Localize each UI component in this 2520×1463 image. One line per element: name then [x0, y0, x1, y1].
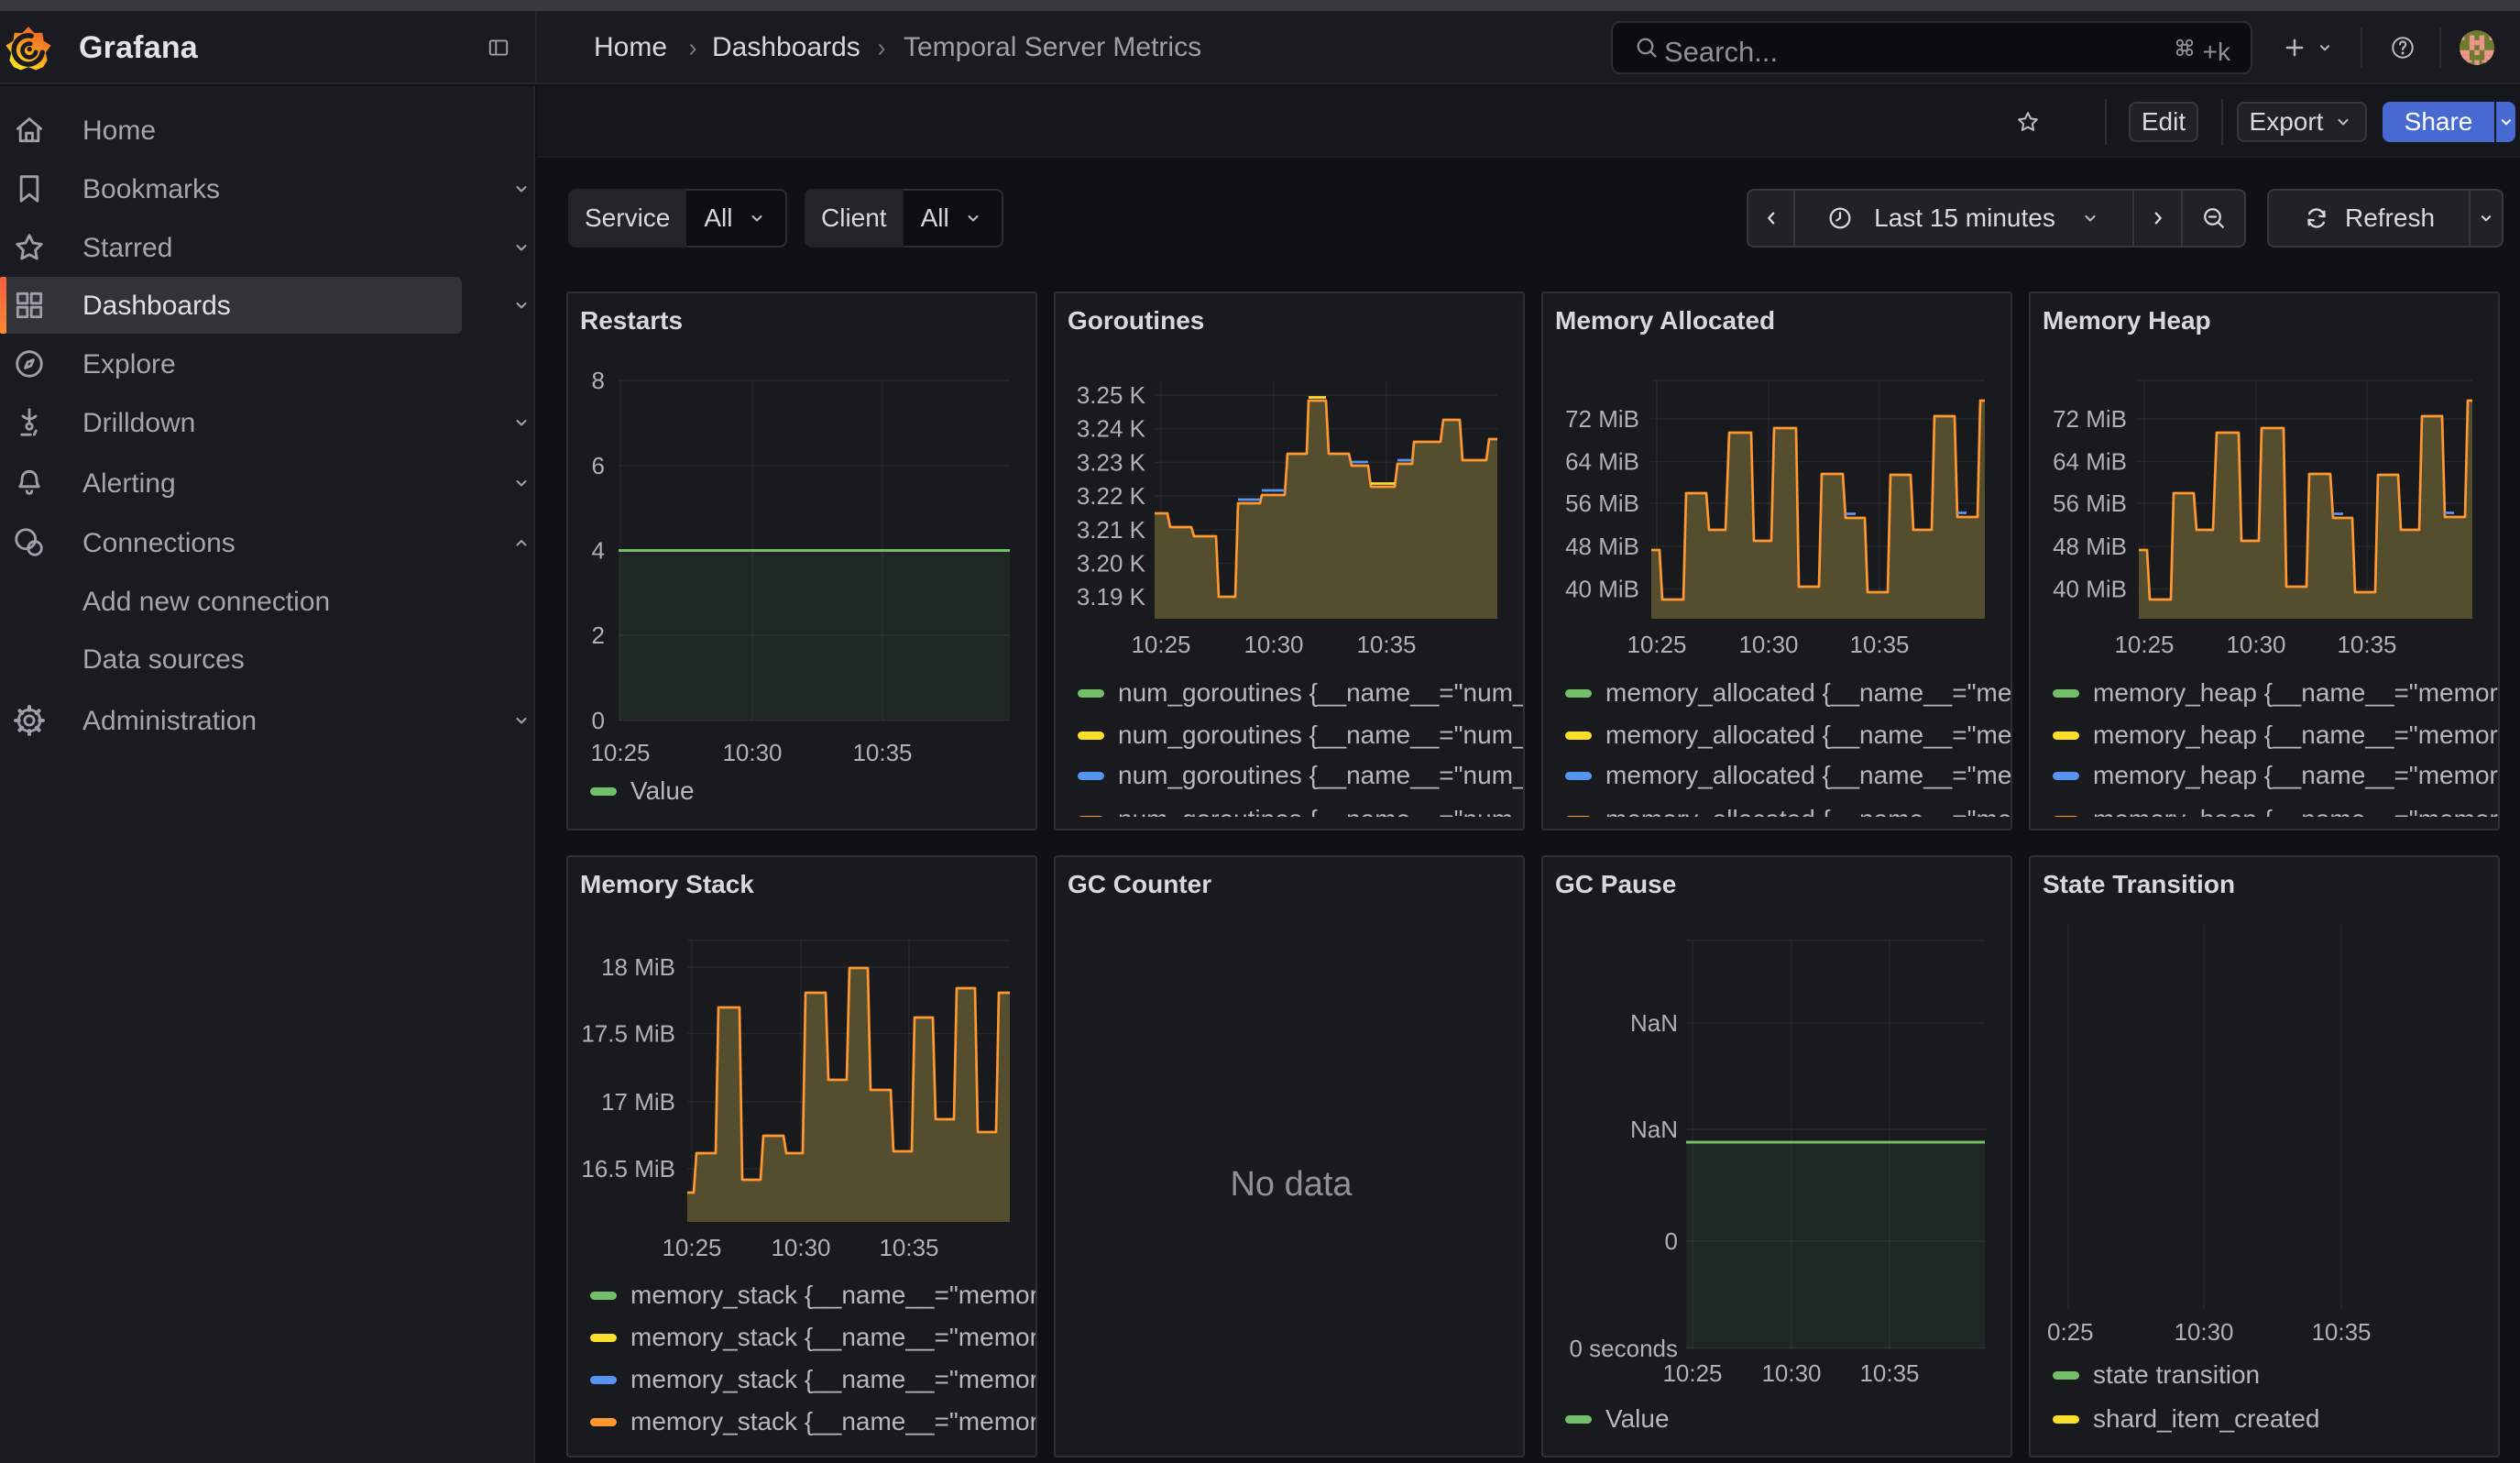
svg-text:72 MiB: 72 MiB	[2053, 405, 2127, 433]
svg-text:10:35: 10:35	[2311, 1318, 2371, 1346]
svg-text:10:30: 10:30	[2226, 631, 2285, 658]
svg-text:10:35: 10:35	[852, 739, 912, 766]
svg-text:0: 0	[592, 707, 605, 734]
svg-text:10:25: 10:25	[1662, 1359, 1722, 1387]
svg-text:0 seconds: 0 seconds	[1569, 1335, 1678, 1362]
svg-text:48 MiB: 48 MiB	[2053, 533, 2127, 560]
svg-text:16.5 MiB: 16.5 MiB	[581, 1155, 675, 1182]
svg-text:40 MiB: 40 MiB	[2053, 576, 2127, 603]
svg-text:3.19 K: 3.19 K	[1077, 583, 1146, 610]
svg-text:18 MiB: 18 MiB	[601, 953, 675, 981]
svg-text:10:35: 10:35	[1849, 631, 1909, 658]
svg-text:10:30: 10:30	[1761, 1359, 1821, 1387]
svg-text:10:35: 10:35	[1356, 631, 1416, 658]
svg-text:10:35: 10:35	[2337, 631, 2396, 658]
svg-text:64 MiB: 64 MiB	[1565, 448, 1639, 476]
svg-text:3.20 K: 3.20 K	[1077, 550, 1146, 578]
svg-text:10:30: 10:30	[771, 1234, 830, 1261]
svg-text:10:30: 10:30	[722, 739, 782, 766]
svg-text:3.23 K: 3.23 K	[1077, 448, 1146, 476]
svg-text:17.5 MiB: 17.5 MiB	[581, 1020, 675, 1048]
svg-text:10:25: 10:25	[2114, 631, 2174, 658]
svg-text:10:25: 10:25	[662, 1234, 721, 1261]
svg-text:4: 4	[592, 537, 605, 565]
svg-text:10:25: 10:25	[590, 739, 650, 766]
svg-text:10:35: 10:35	[1859, 1359, 1919, 1387]
svg-text:10:25: 10:25	[1131, 631, 1190, 658]
svg-text:6: 6	[592, 452, 605, 479]
svg-text:3.24 K: 3.24 K	[1077, 415, 1146, 443]
svg-text:10:30: 10:30	[1738, 631, 1798, 658]
svg-text:56 MiB: 56 MiB	[2053, 490, 2127, 517]
svg-text:10:30: 10:30	[1244, 631, 1303, 658]
svg-text:0: 0	[1665, 1227, 1678, 1255]
svg-text:3.22 K: 3.22 K	[1077, 482, 1146, 510]
svg-text:10:25: 10:25	[1627, 631, 1686, 658]
svg-text:17 MiB: 17 MiB	[601, 1088, 675, 1116]
svg-text:NaN: NaN	[1630, 1116, 1678, 1143]
svg-text:2: 2	[592, 622, 605, 649]
svg-text:No data: No data	[1230, 1165, 1353, 1204]
svg-text:40 MiB: 40 MiB	[1565, 576, 1639, 603]
svg-text:72 MiB: 72 MiB	[1565, 405, 1639, 433]
svg-text:NaN: NaN	[1630, 1009, 1678, 1037]
svg-text:0:25: 0:25	[2047, 1318, 2094, 1346]
svg-text:8: 8	[592, 367, 605, 394]
svg-text:10:30: 10:30	[2174, 1318, 2233, 1346]
svg-text:10:35: 10:35	[879, 1234, 938, 1261]
svg-text:64 MiB: 64 MiB	[2053, 448, 2127, 476]
svg-text:56 MiB: 56 MiB	[1565, 490, 1639, 517]
svg-text:3.21 K: 3.21 K	[1077, 516, 1146, 544]
svg-text:3.25 K: 3.25 K	[1077, 381, 1146, 409]
svg-text:48 MiB: 48 MiB	[1565, 533, 1639, 560]
